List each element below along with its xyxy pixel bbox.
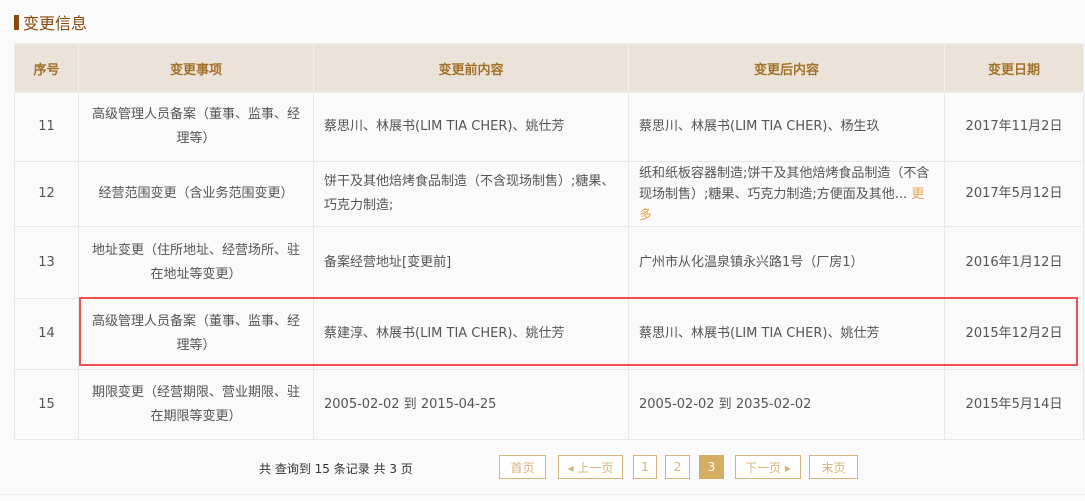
section-title: 变更信息	[14, 10, 87, 34]
header-date: 变更日期	[944, 43, 1084, 93]
next-page-button[interactable]: 下一页 ▸	[735, 455, 801, 479]
header-before: 变更前内容	[313, 43, 629, 93]
cell-date: 2015年12月2日	[944, 298, 1084, 370]
cell-after: 蔡思川、林展书(LIM TIA CHER)、杨生玖	[628, 92, 945, 162]
page-1-button[interactable]: 1	[633, 455, 657, 479]
title-bar-marker	[14, 14, 19, 30]
cell-date: 2017年5月12日	[944, 161, 1084, 227]
first-page-button[interactable]: 首页	[499, 455, 546, 479]
cell-after: 广州市从化温泉镇永兴路1号（厂房1）	[628, 226, 945, 299]
table-row: 13 地址变更（住所地址、经营场所、驻在地址等变更） 备案经营地址[变更前] 广…	[14, 226, 1084, 299]
cell-date: 2016年1月12日	[944, 226, 1084, 299]
cell-no: 14	[14, 298, 79, 370]
cell-no: 13	[14, 226, 79, 299]
cell-before: 饼干及其他焙烤食品制造（不含现场制售）;糖果、巧克力制造;	[313, 161, 629, 227]
table-header-row: 序号 变更事项 变更前内容 变更后内容 变更日期	[14, 43, 1084, 93]
table-row: 15 期限变更（经营期限、营业期限、驻在期限等变更） 2005-02-02 到 …	[14, 369, 1084, 440]
section-title-text: 变更信息	[23, 14, 88, 33]
cell-date: 2015年5月14日	[944, 369, 1084, 440]
change-table: 序号 变更事项 变更前内容 变更后内容 变更日期 11 高级管理人员备案（董事、…	[14, 43, 1084, 440]
cell-no: 15	[14, 369, 79, 440]
page-3-button[interactable]: 3	[699, 455, 724, 479]
last-page-button[interactable]: 末页	[809, 455, 858, 479]
cell-no: 11	[14, 92, 79, 162]
cell-before: 2005-02-02 到 2015-04-25	[313, 369, 629, 440]
page-2-button[interactable]: 2	[665, 455, 690, 479]
table-row-highlighted: 14 高级管理人员备案（董事、监事、经理等） 蔡建淳、林展书(LIM TIA C…	[14, 298, 1084, 370]
prev-page-button[interactable]: ◂ 上一页	[558, 455, 623, 479]
cell-after: 蔡思川、林展书(LIM TIA CHER)、姚仕芳	[628, 298, 945, 370]
cell-item: 高级管理人员备案（董事、监事、经理等）	[78, 298, 314, 370]
cell-after: 纸和纸板容器制造;饼干及其他焙烤食品制造（不含现场制售）;糖果、巧克力制造;方便…	[628, 161, 945, 227]
table-row: 12 经营范围变更（含业务范围变更） 饼干及其他焙烤食品制造（不含现场制售）;糖…	[14, 161, 1084, 227]
change-info-panel: 变更信息 序号 变更事项 变更前内容 变更后内容 变更日期 11 高级管理人员备…	[0, 0, 1085, 501]
cell-item: 地址变更（住所地址、经营场所、驻在地址等变更）	[78, 226, 314, 299]
cell-no: 12	[14, 161, 79, 227]
cell-after: 2005-02-02 到 2035-02-02	[628, 369, 945, 440]
divider	[0, 494, 1085, 495]
cell-item: 高级管理人员备案（董事、监事、经理等）	[78, 92, 314, 162]
table-row: 11 高级管理人员备案（董事、监事、经理等） 蔡思川、林展书(LIM TIA C…	[14, 92, 1084, 162]
cell-item: 经营范围变更（含业务范围变更）	[78, 161, 314, 227]
cell-date: 2017年11月2日	[944, 92, 1084, 162]
header-no: 序号	[14, 43, 79, 93]
cell-before: 蔡建淳、林展书(LIM TIA CHER)、姚仕芳	[313, 298, 629, 370]
cell-item: 期限变更（经营期限、营业期限、驻在期限等变更）	[78, 369, 314, 440]
cell-before: 备案经营地址[变更前]	[313, 226, 629, 299]
cell-before: 蔡思川、林展书(LIM TIA CHER)、姚仕芳	[313, 92, 629, 162]
header-after: 变更后内容	[628, 43, 945, 93]
pagination-info: 共 查询到 15 条记录 共 3 页	[259, 462, 413, 476]
cell-after-text: 纸和纸板容器制造;饼干及其他焙烤食品制造（不含现场制售）;糖果、巧克力制造;方便…	[639, 165, 930, 202]
header-item: 变更事项	[78, 43, 314, 93]
